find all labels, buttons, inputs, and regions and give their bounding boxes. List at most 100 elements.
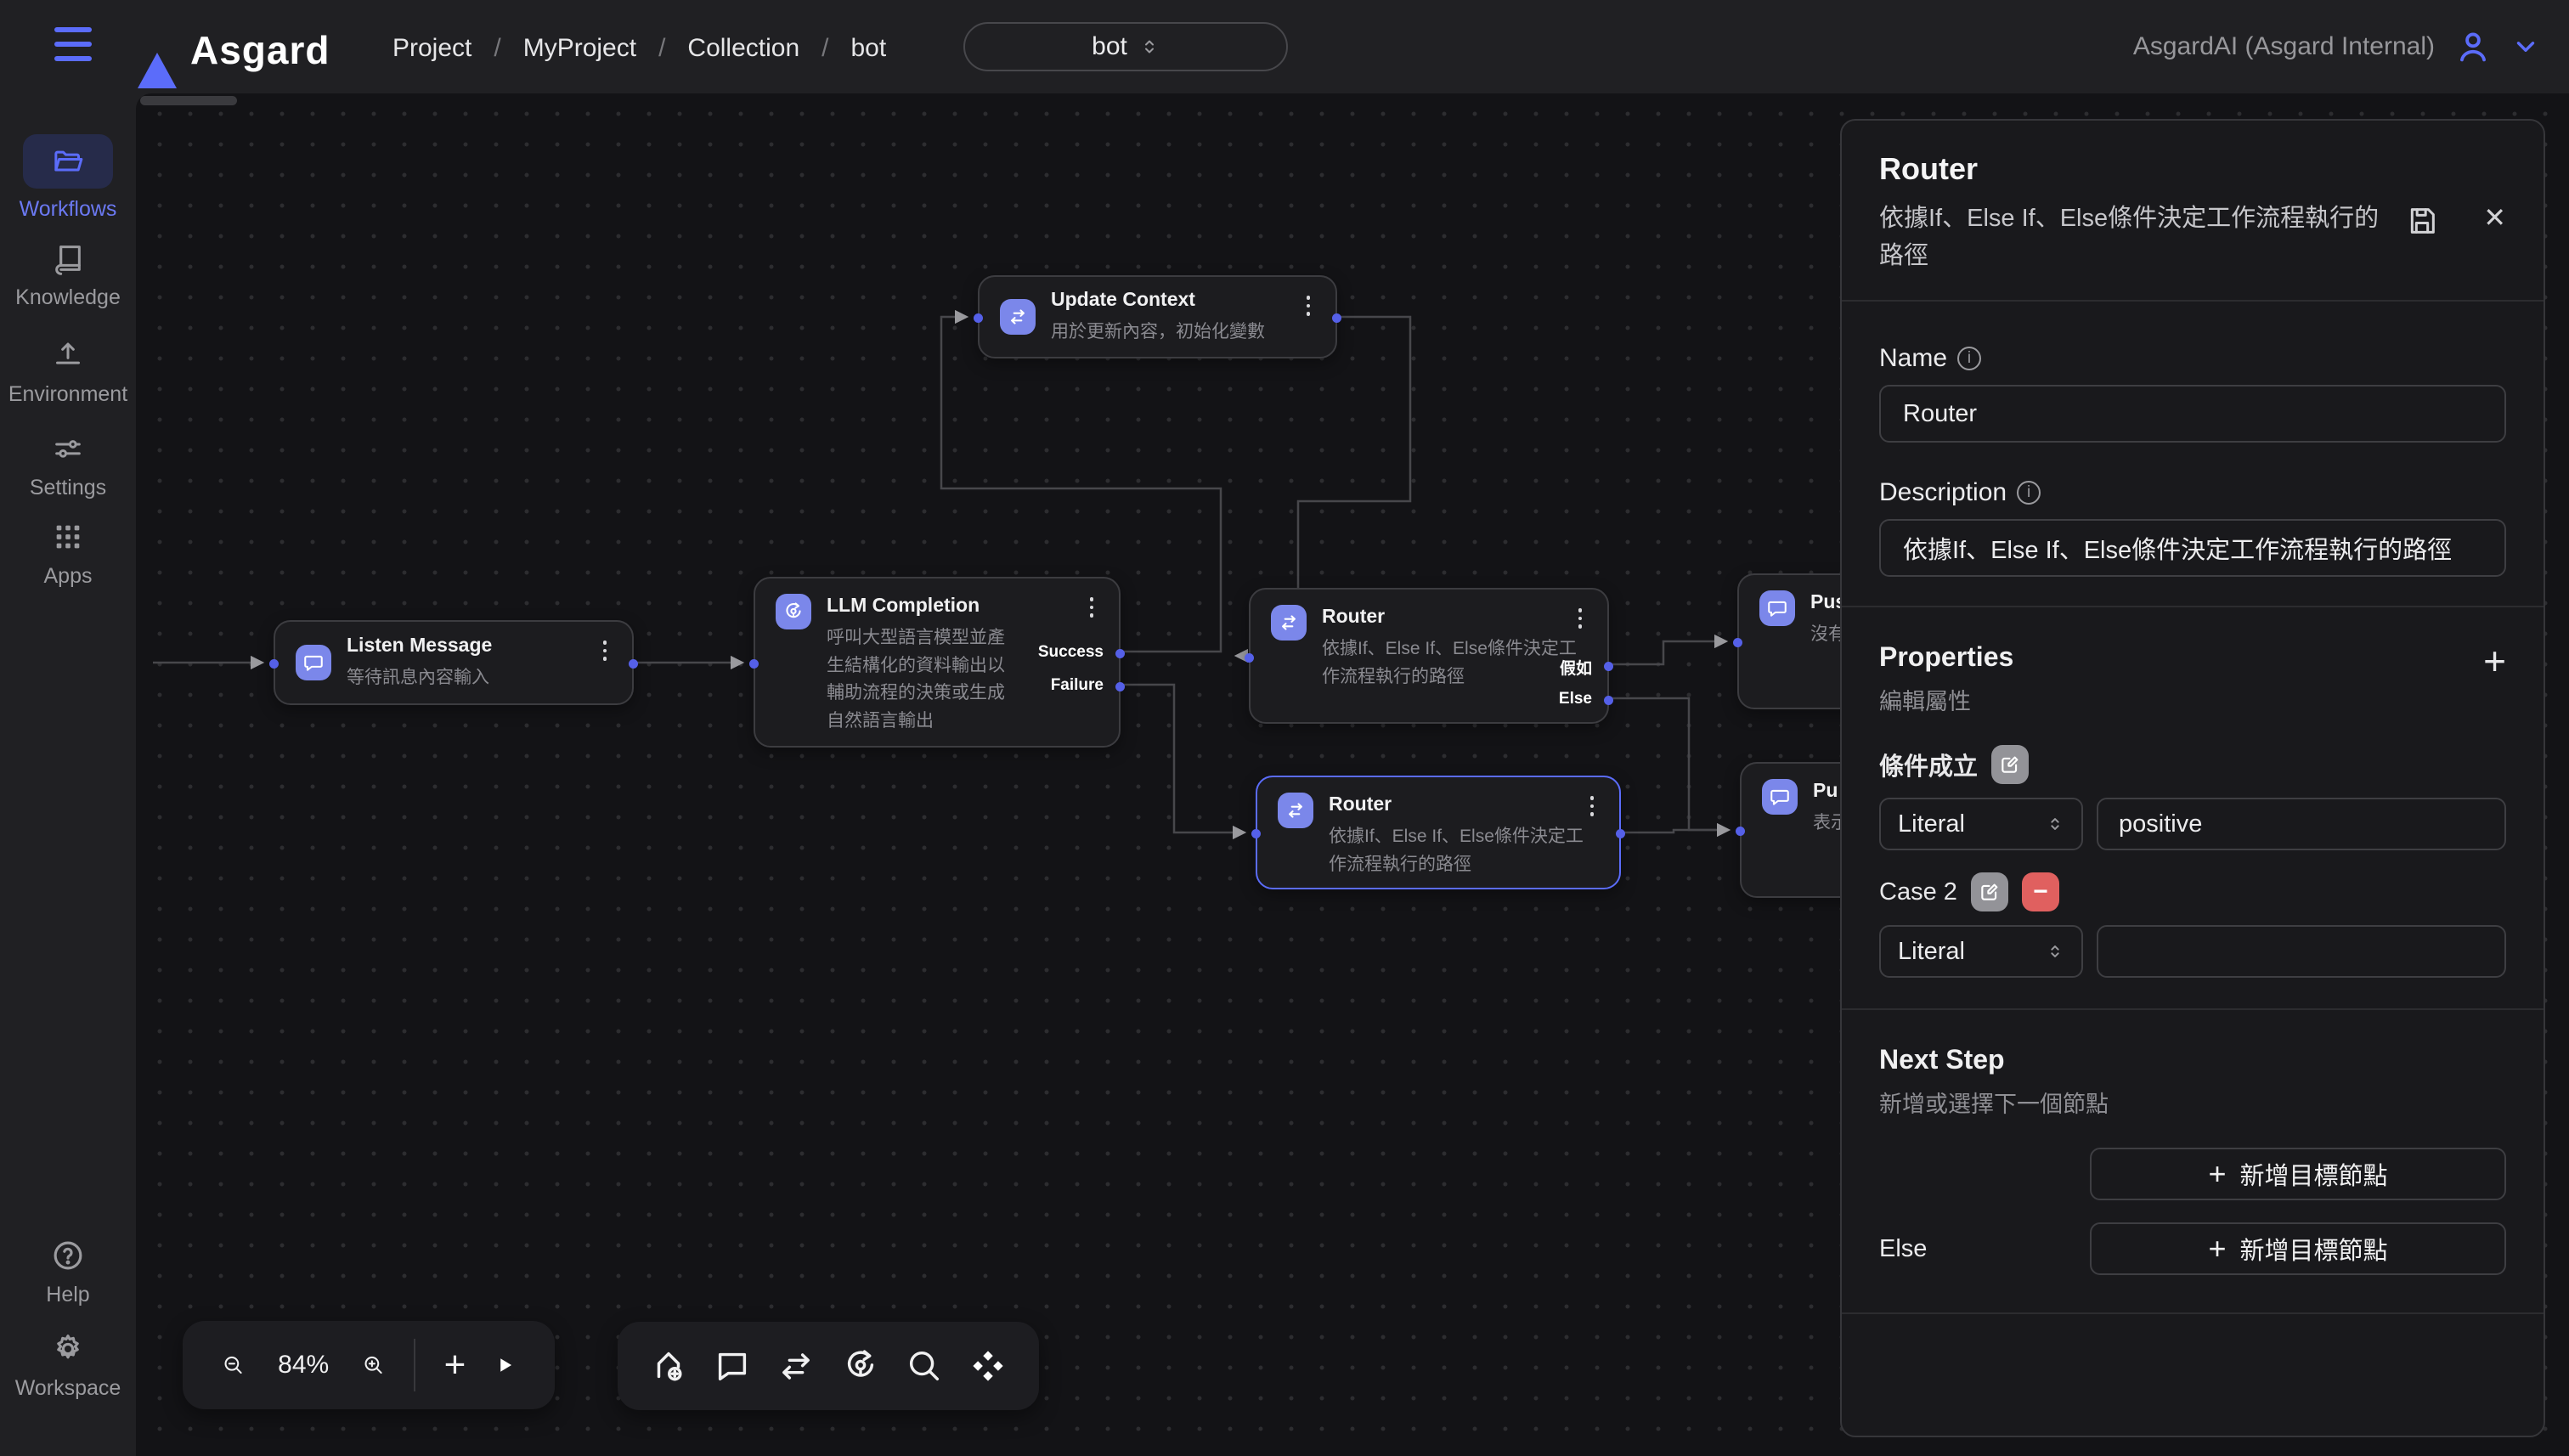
- menu-icon[interactable]: [54, 27, 92, 66]
- add-node-button[interactable]: +: [444, 1346, 466, 1384]
- node-title: Listen Message: [347, 634, 492, 657]
- case-1-label: 條件成立: [1879, 747, 1978, 782]
- sidebar-item-help[interactable]: Help: [0, 1237, 136, 1307]
- grid-icon: [23, 518, 113, 556]
- sidebar-item-apps[interactable]: Apps: [0, 518, 136, 589]
- node-llm-completion[interactable]: Success Failure LLM Completion 呼叫大型語言模型並…: [754, 577, 1121, 748]
- node-menu-button[interactable]: [1570, 608, 1590, 629]
- case-1-type-select[interactable]: Literal: [1879, 798, 2083, 850]
- swap-arrows-icon: [1271, 605, 1307, 641]
- output-port-success[interactable]: [1115, 649, 1125, 658]
- zoom-in-icon[interactable]: [362, 1346, 385, 1384]
- output-port[interactable]: [629, 659, 638, 669]
- breadcrumb-bot[interactable]: bot: [851, 34, 887, 63]
- output-port-else[interactable]: [1604, 696, 1613, 705]
- swap-arrows-icon: [1278, 793, 1313, 828]
- edit-case-icon[interactable]: [1971, 872, 2008, 911]
- chat-bubble-icon[interactable]: [713, 1346, 752, 1385]
- user-icon[interactable]: [2453, 27, 2493, 66]
- sidebar-item-label: Environment: [0, 382, 136, 407]
- node-router-2-selected[interactable]: Router 依據If、Else If、Else條件決定工作流程執行的路徑: [1256, 776, 1621, 889]
- node-menu-button[interactable]: [1298, 296, 1318, 316]
- sidebar-item-environment[interactable]: Environment: [0, 336, 136, 407]
- logo-text: Asgard: [190, 27, 330, 73]
- description-input[interactable]: 依據If、Else If、Else條件決定工作流程執行的路徑: [1879, 519, 2506, 577]
- input-port[interactable]: [974, 313, 983, 323]
- node-menu-button[interactable]: [595, 641, 615, 661]
- search-icon[interactable]: [905, 1346, 944, 1385]
- sidebar: Workflows Knowledge Environment Settings…: [0, 93, 136, 1456]
- node-menu-button[interactable]: [1582, 796, 1602, 816]
- sidebar-item-knowledge[interactable]: Knowledge: [0, 240, 136, 310]
- breadcrumb-myproject[interactable]: MyProject: [523, 34, 636, 63]
- output-port[interactable]: [1616, 829, 1625, 838]
- output-port-case1[interactable]: [1604, 662, 1613, 671]
- input-port[interactable]: [1251, 829, 1261, 838]
- zoom-out-icon[interactable]: [222, 1346, 245, 1384]
- sidebar-item-settings[interactable]: Settings: [0, 430, 136, 500]
- node-router-1[interactable]: 假如 Else Router 依據If、Else If、Else條件決定工作流程…: [1249, 588, 1609, 724]
- node-description: 依據If、Else If、Else條件決定工作流程執行的路徑: [1329, 823, 1584, 878]
- folder-icon: [23, 134, 113, 189]
- edge-else-to-push2: [1609, 698, 1728, 830]
- chat-bubble-icon: [1762, 779, 1798, 815]
- account-area[interactable]: AsgardAI (Asgard Internal): [2133, 0, 2540, 93]
- add-property-button[interactable]: +: [2483, 641, 2506, 680]
- workflow-selector[interactable]: bot: [963, 22, 1288, 71]
- case-1-value-input[interactable]: positive: [2097, 798, 2506, 850]
- breadcrumb-project[interactable]: Project: [392, 34, 471, 63]
- chevron-updown-icon: [1139, 37, 1160, 57]
- close-icon[interactable]: ✕: [2483, 204, 2506, 231]
- sidebar-item-workspace[interactable]: Workspace: [0, 1330, 136, 1401]
- llm-cycle-icon: [776, 594, 811, 629]
- run-workflow-icon[interactable]: [494, 1348, 516, 1382]
- chat-bubble-icon: [1759, 590, 1795, 626]
- next-step-subtitle: 新增或選擇下一個節點: [1879, 1086, 2506, 1119]
- swap-arrows-icon: [1000, 299, 1036, 335]
- add-target-node-button[interactable]: + 新增目標節點: [2090, 1148, 2506, 1200]
- node-title: Router: [1322, 605, 1577, 628]
- node-listen-message[interactable]: Listen Message 等待訊息內容輸入: [274, 620, 634, 705]
- edit-case-icon[interactable]: [1991, 745, 2029, 784]
- sidebar-item-workflows[interactable]: Workflows: [0, 134, 136, 222]
- workflow-editor-app: Listen Message 等待訊息內容輸入 Success Failure …: [0, 0, 2569, 1456]
- edge-case1-to-push1: [1609, 641, 1725, 664]
- trigger-plus-icon[interactable]: [649, 1346, 688, 1385]
- input-port[interactable]: [269, 659, 279, 669]
- input-port[interactable]: [1733, 638, 1742, 647]
- input-port[interactable]: [1245, 653, 1254, 663]
- toolbar-divider: [414, 1339, 415, 1391]
- node-description: 等待訊息內容輸入: [347, 664, 492, 692]
- llm-cycle-icon[interactable]: [841, 1346, 880, 1385]
- node-title: Router: [1329, 793, 1584, 815]
- output-port[interactable]: [1332, 313, 1341, 323]
- info-icon: i: [1957, 347, 1981, 370]
- input-port[interactable]: [1736, 827, 1745, 836]
- breadcrumb: Project / MyProject / Collection / bot: [392, 34, 886, 63]
- remove-case-icon[interactable]: −: [2022, 872, 2059, 911]
- case-2-type-select[interactable]: Literal: [1879, 925, 2083, 978]
- panel-title: Router: [1879, 151, 2506, 187]
- workflow-selector-value: bot: [1092, 32, 1127, 61]
- node-detail-panel: Router 依據If、Else If、Else條件決定工作流程執行的路徑 ✕ …: [1840, 119, 2545, 1437]
- breadcrumb-collection[interactable]: Collection: [687, 34, 799, 63]
- node-description: 呼叫大型語言模型並產生結構化的資料輸出以輔助流程的決策或生成自然語言輸出: [827, 624, 1020, 735]
- save-icon[interactable]: [2405, 204, 2439, 238]
- name-input[interactable]: Router: [1879, 385, 2506, 443]
- add-target-node-button[interactable]: + 新增目標節點: [2090, 1222, 2506, 1275]
- output-port-failure[interactable]: [1115, 682, 1125, 691]
- port-label-success: Success: [1038, 643, 1104, 662]
- swap-arrows-icon[interactable]: [776, 1346, 816, 1385]
- integrations-diamond-icon[interactable]: [968, 1346, 1008, 1385]
- properties-subtitle: 編輯屬性: [1879, 683, 2013, 716]
- chat-bubble-icon: [296, 645, 331, 680]
- case-2-value-input[interactable]: [2097, 925, 2506, 978]
- node-menu-button[interactable]: [1081, 597, 1102, 618]
- node-update-context[interactable]: Update Context 用於更新內容，初始化變數: [978, 275, 1337, 358]
- input-port[interactable]: [749, 659, 759, 669]
- node-description: 依據If、Else If、Else條件決定工作流程執行的路徑: [1322, 635, 1577, 691]
- node-title: Update Context: [1051, 288, 1265, 311]
- panel-subtitle: 依據If、Else If、Else條件決定工作流程執行的路徑: [1879, 200, 2391, 274]
- chevron-down-icon[interactable]: [2511, 32, 2540, 61]
- asgard-logo-icon: [138, 53, 177, 88]
